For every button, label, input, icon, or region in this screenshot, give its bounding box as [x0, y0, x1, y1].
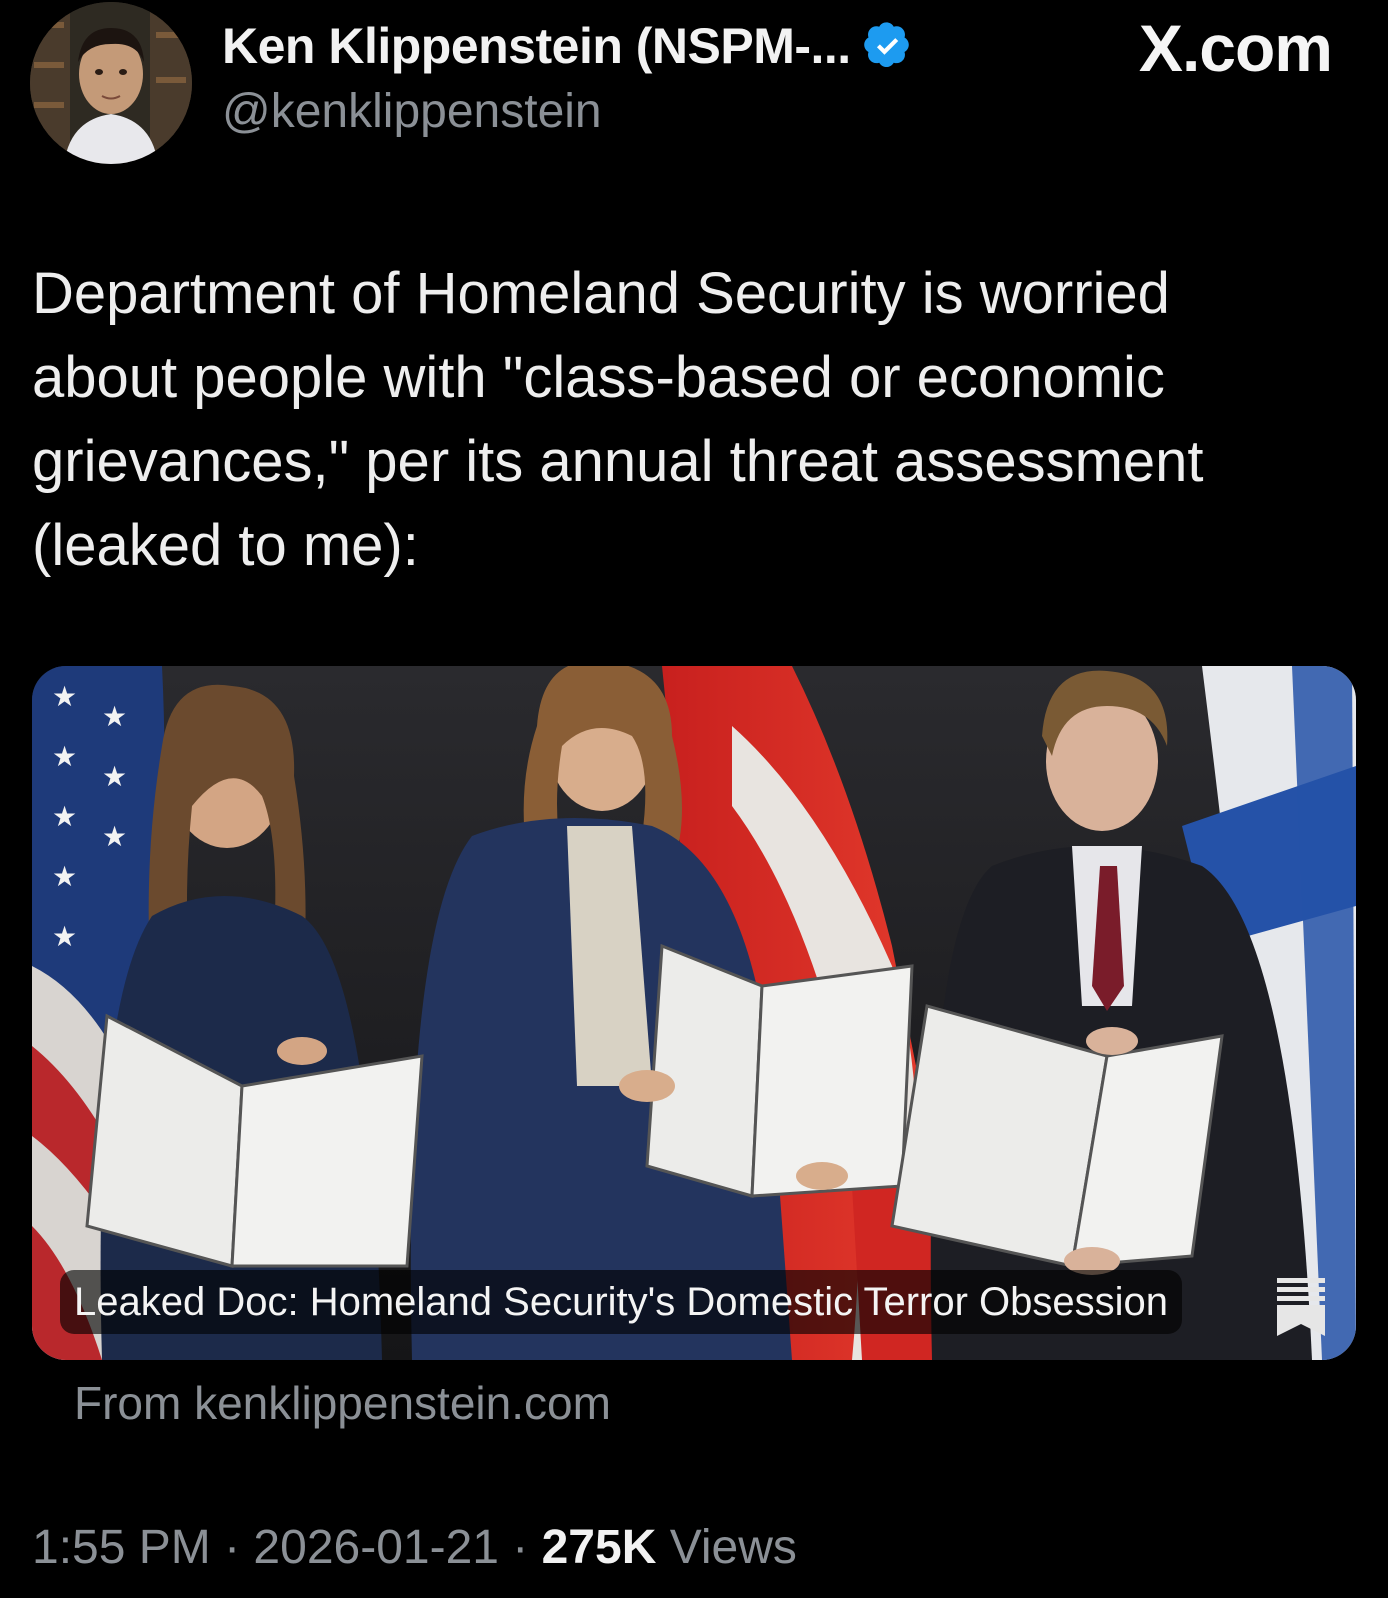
- tweet-header: Ken Klippenstein (NSPM-... @kenklippenst…: [30, 0, 1360, 170]
- svg-text:★: ★: [52, 681, 77, 712]
- views-count[interactable]: 275K: [542, 1521, 657, 1574]
- link-card-source[interactable]: From kenklippenstein.com: [74, 1376, 611, 1430]
- link-card-caption[interactable]: Leaked Doc: Homeland Security's Domestic…: [60, 1270, 1183, 1334]
- bookmark-icon[interactable]: [1277, 1278, 1325, 1336]
- verified-badge-icon: [863, 22, 909, 67]
- tweet-date[interactable]: 2026-01-21: [253, 1521, 499, 1574]
- tweet-time[interactable]: 1:55 PM: [32, 1521, 211, 1574]
- svg-text:★: ★: [102, 701, 127, 732]
- meta-separator: ·: [210, 1521, 254, 1574]
- svg-text:★: ★: [102, 821, 127, 852]
- avatar[interactable]: [30, 2, 192, 164]
- views-label: Views: [669, 1521, 797, 1574]
- site-label: X.com: [1138, 11, 1333, 85]
- author-display-name[interactable]: Ken Klippenstein (NSPM-...: [222, 17, 851, 75]
- svg-text:★: ★: [52, 921, 77, 952]
- tweet-text: Department of Homeland Security is worri…: [32, 261, 1204, 578]
- meta-separator: ·: [498, 1521, 542, 1574]
- link-card[interactable]: ★ ★ ★ ★ ★ ★ ★ ★ Leaked Doc: Homeland Sec…: [32, 666, 1356, 1360]
- avatar-image: [30, 2, 192, 164]
- svg-text:★: ★: [52, 861, 77, 892]
- svg-text:★: ★: [102, 761, 127, 792]
- author-handle[interactable]: @kenklippenstein: [222, 84, 602, 139]
- svg-text:★: ★: [52, 801, 77, 832]
- svg-text:★: ★: [52, 741, 77, 772]
- link-card-image: ★ ★ ★ ★ ★ ★ ★ ★: [32, 666, 1356, 1360]
- tweet-meta: 1:55 PM · 2026-01-21 · 275K Views: [32, 1520, 797, 1575]
